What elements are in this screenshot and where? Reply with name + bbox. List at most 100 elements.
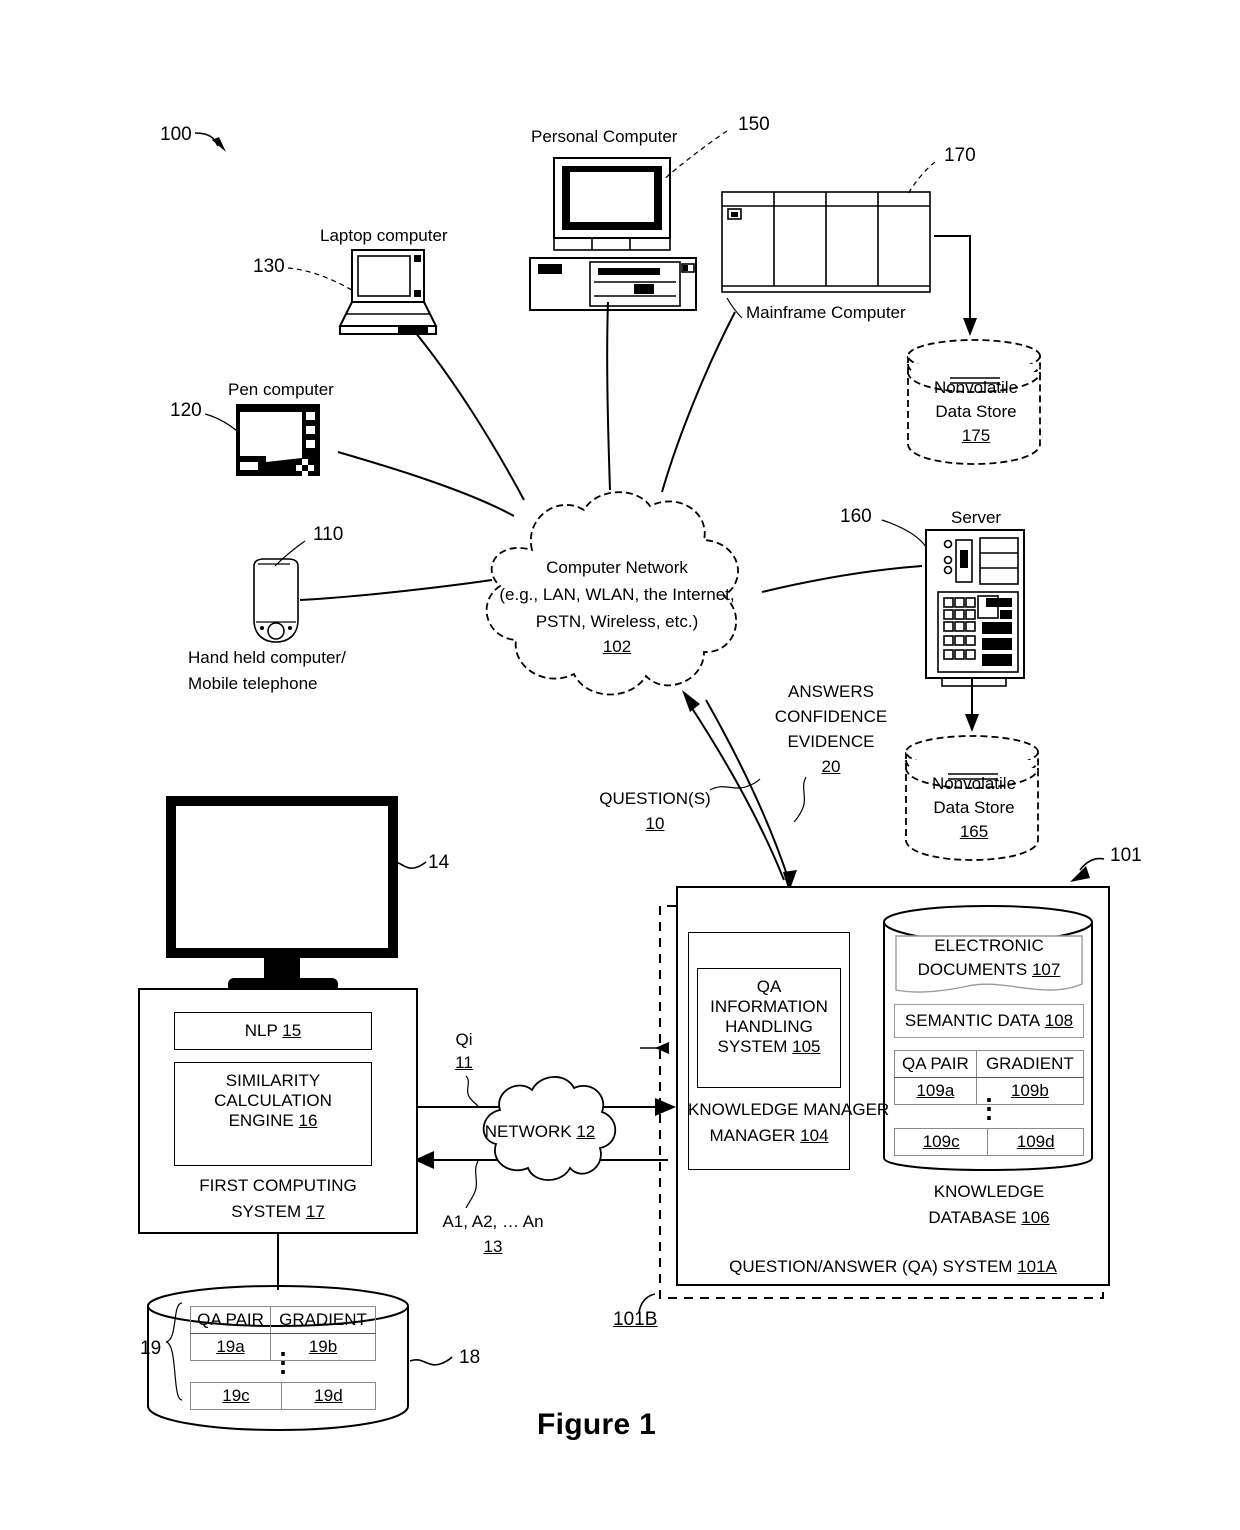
personal-computer-icon — [529, 157, 697, 311]
answers-flow-line1: ANSWERS — [788, 682, 874, 701]
knowledge-database-ref: 106 — [1021, 1208, 1050, 1227]
server-label: Server — [951, 508, 1002, 527]
qa-ihs-line1: QA — [756, 977, 782, 996]
qa-ihs-line4-wrap: SYSTEM 105 — [698, 1037, 840, 1057]
nonvolatile-data-store-175-ref: 175 — [961, 426, 991, 445]
answers-an-ref: 13 — [483, 1237, 503, 1256]
semantic-data-box: SEMANTIC DATA 108 — [894, 1004, 1084, 1038]
qa-system-title: QUESTION/ANSWER (QA) SYSTEM — [729, 1257, 1013, 1276]
cell-109c: 109c — [922, 1132, 960, 1151]
computer-network-cloud — [485, 491, 739, 696]
ref-170: 170 — [944, 145, 976, 166]
cell-19c: 19c — [222, 1386, 250, 1405]
electronic-documents-line2: DOCUMENTS — [917, 960, 1028, 979]
ref-18: 18 — [459, 1347, 481, 1368]
similarity-engine-line1: SIMILARITY — [225, 1071, 321, 1090]
patent-figure-page: 100 130 120 110 150 170 160 14 18 19 101… — [0, 0, 1240, 1530]
computer-network-line3: PSTN, Wireless, etc.) — [535, 612, 699, 631]
knowledge-manager-ref: 104 — [800, 1126, 829, 1145]
qi-ref: 11 — [455, 1053, 473, 1072]
nonvolatile-data-store-165-icon — [905, 735, 1039, 861]
handheld-computer-icon — [253, 558, 299, 643]
electronic-documents-line2-wrap: DOCUMENTS 107 — [894, 960, 1084, 980]
answers-flow-line3: EVIDENCE — [787, 732, 875, 751]
ref-101: 101 — [1110, 845, 1142, 866]
cell-109b: 109b — [1010, 1081, 1049, 1100]
knowledge-database-label-line2: DATABASE — [928, 1208, 1017, 1227]
knowledge-manager-word: MANAGER — [709, 1126, 796, 1145]
nonvolatile-data-store-165-ref: 165 — [959, 822, 989, 841]
qi-label: Qi — [455, 1030, 473, 1049]
nonvolatile-data-store-175-line2: Data Store — [935, 402, 1017, 421]
nlp-ref: 15 — [282, 1020, 302, 1040]
middle-network-label-wrap: NETWORK 12 — [470, 1122, 610, 1142]
answers-flow-line2: CONFIDENCE — [774, 707, 888, 726]
knowledge-database-ellipsis: ⋮ — [976, 1093, 1002, 1123]
figure-caption: Figure 1 — [537, 1408, 657, 1441]
first-system-database-table-bottom: 19c 19d — [190, 1382, 377, 1410]
table-row: 19c 19d — [190, 1382, 377, 1410]
ref-101B: 101B — [613, 1309, 658, 1330]
gradient-header: GRADIENT — [270, 1306, 376, 1334]
similarity-engine-ref: 16 — [298, 1111, 318, 1131]
nlp-label: NLP — [244, 1020, 278, 1040]
semantic-data-ref: 108 — [1044, 1010, 1074, 1030]
first-computing-system-line2-wrap: SYSTEM 17 — [138, 1202, 418, 1222]
semantic-data-label: SEMANTIC DATA — [904, 1010, 1041, 1030]
first-computing-system-line1: FIRST COMPUTING — [199, 1176, 357, 1195]
ref-100: 100 — [160, 124, 192, 145]
qa-ihs-line4: SYSTEM — [717, 1037, 788, 1057]
computer-network-line2: (e.g., LAN, WLAN, the Internet, — [499, 585, 735, 604]
pen-computer-icon — [236, 404, 320, 476]
first-computing-system-ref: 17 — [305, 1202, 325, 1221]
answers-flow-ref: 20 — [821, 757, 841, 776]
ref-130: 130 — [253, 256, 285, 277]
knowledge-database-label-line2-wrap: DATABASE 106 — [894, 1208, 1084, 1228]
questions-flow-ref: 10 — [645, 814, 665, 833]
mainframe-computer-icon — [721, 191, 931, 293]
ref-120: 120 — [170, 400, 202, 421]
qa-system-title-ref: 101A — [1017, 1257, 1057, 1276]
mainframe-computer-label: Mainframe Computer — [746, 303, 906, 322]
knowledge-database-label-line1: KNOWLEDGE — [933, 1182, 1045, 1201]
middle-network-ref: 12 — [576, 1122, 596, 1141]
qa-ihs-line3: HANDLING — [725, 1017, 813, 1037]
laptop-computer-icon — [338, 249, 438, 335]
table-row-header: QA PAIR GRADIENT — [894, 1050, 1085, 1078]
questions-flow-label: QUESTION(S) — [599, 789, 711, 808]
first-computing-system-line2: SYSTEM — [231, 1202, 302, 1221]
cell-19d: 19d — [314, 1386, 343, 1405]
handheld-computer-label-line2: Mobile telephone — [188, 674, 318, 693]
similarity-engine-line3-wrap: ENGINE 16 — [175, 1111, 371, 1131]
nonvolatile-data-store-175-icon — [907, 339, 1041, 465]
cell-19a: 19a — [216, 1337, 245, 1356]
table-row: 109c 109d — [893, 1128, 1084, 1156]
knowledge-manager-label2: MANAGER 104 — [688, 1126, 850, 1146]
similarity-engine-line3: ENGINE — [228, 1111, 294, 1131]
qa-pair-header: QA PAIR — [894, 1050, 977, 1078]
electronic-documents-line1: ELECTRONIC — [934, 936, 1044, 955]
computer-network-line1: Computer Network — [546, 558, 688, 577]
similarity-engine-line2: CALCULATION — [214, 1091, 332, 1111]
first-system-database-ellipsis: ⋮ — [270, 1347, 296, 1377]
qa-information-handling-system-box: QA INFORMATION HANDLING SYSTEM 105 — [697, 968, 841, 1088]
electronic-documents-ref: 107 — [1031, 960, 1061, 979]
knowledge-database-table-bottom: 109c 109d — [893, 1128, 1084, 1156]
cell-19b: 19b — [308, 1337, 338, 1356]
qa-pair-header: QA PAIR — [189, 1306, 272, 1334]
table-row-header: QA PAIR GRADIENT — [189, 1306, 376, 1334]
handheld-computer-label-line1: Hand held computer/ — [188, 648, 346, 667]
answers-an-label: A1, A2, … An — [442, 1212, 544, 1231]
gradient-header: GRADIENT — [975, 1050, 1085, 1078]
cell-109a: 109a — [916, 1081, 955, 1100]
personal-computer-label: Personal Computer — [531, 127, 678, 146]
nonvolatile-data-store-165-line1: Nonvolatile — [931, 774, 1017, 793]
computer-network-ref: 102 — [602, 637, 632, 656]
nlp-module: NLP 15 — [174, 1012, 372, 1050]
pen-computer-label: Pen computer — [228, 380, 334, 399]
nonvolatile-data-store-175-line1: Nonvolatile — [933, 378, 1019, 397]
server-icon — [925, 529, 1025, 687]
qa-system-title-wrap: QUESTION/ANSWER (QA) SYSTEM 101A — [676, 1257, 1110, 1277]
middle-network-label: NETWORK — [484, 1122, 572, 1141]
qa-ihs-ref: 105 — [792, 1037, 821, 1057]
